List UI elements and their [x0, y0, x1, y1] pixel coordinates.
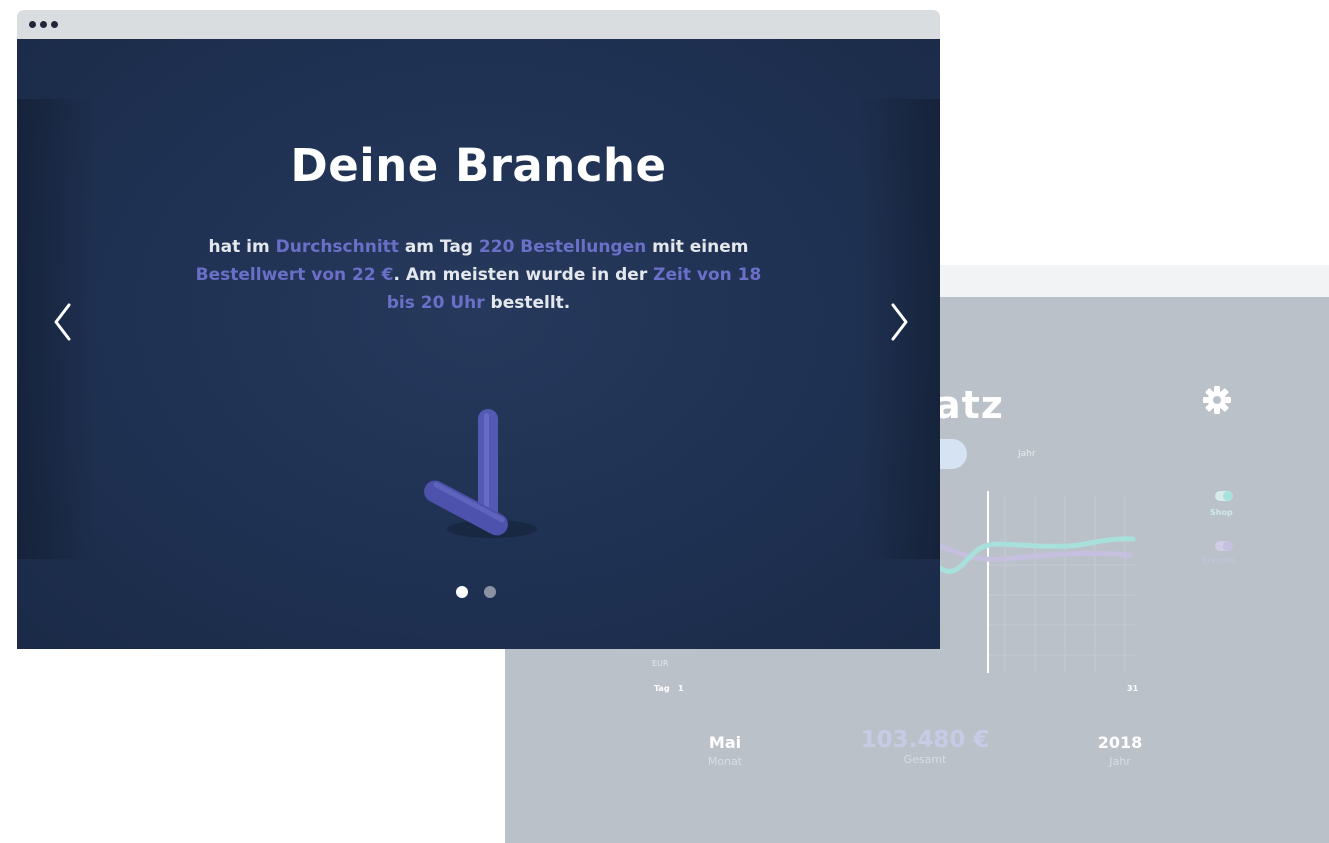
pager-dot-active[interactable] — [456, 586, 468, 598]
x-axis-unit: Tag — [654, 684, 670, 693]
chart-grid — [988, 495, 1135, 673]
slide-text-part: bestellt. — [484, 293, 571, 313]
stat-month: Mai Monat — [680, 733, 770, 768]
window-dot[interactable] — [51, 21, 58, 28]
slide-text-highlight: Bestellwert von 22 € — [195, 265, 394, 285]
window-titlebar — [17, 10, 940, 39]
chevron-right-icon[interactable] — [885, 297, 915, 347]
stat-year-value[interactable]: 2018 — [1075, 733, 1165, 752]
stat-total: 103.480 € Gesamt — [825, 727, 1025, 766]
chart-unit-label: EUR — [652, 659, 669, 668]
slide-text-part: hat im — [208, 237, 276, 257]
slide-text-highlight: Durchschnitt — [275, 237, 399, 257]
window-dot[interactable] — [29, 21, 36, 28]
stat-total-value: 103.480 € — [860, 727, 990, 753]
window-dot[interactable] — [40, 21, 47, 28]
slide-text: hat im Durchschnitt am Tag 220 Bestellun… — [187, 233, 770, 317]
stat-year: 2018 Jahr — [1075, 733, 1165, 768]
slide-text-part: mit einem — [646, 237, 749, 257]
pager-dot[interactable] — [484, 586, 496, 598]
legend-branche-toggle[interactable] — [1215, 541, 1233, 551]
slide-text-part: . Am meisten wurde in der — [393, 265, 654, 285]
legend-shop-label: Shop — [1210, 508, 1233, 517]
slider-window: Deine Branche hat im Durchschnitt am Tag… — [17, 10, 940, 649]
stat-month-value[interactable]: Mai — [680, 733, 770, 752]
x-axis-end-tick: 31 — [1127, 684, 1139, 693]
slide-text-highlight: 220 Bestellungen — [478, 237, 647, 257]
legend-shop-toggle[interactable] — [1215, 491, 1233, 501]
slide-panel: Deine Branche hat im Durchschnitt am Tag… — [17, 39, 940, 649]
slide-heading: Deine Branche — [290, 139, 667, 192]
chevron-left-icon[interactable] — [47, 297, 77, 347]
stat-month-label: Monat — [707, 755, 743, 768]
stat-total-label: Gesamt — [903, 753, 947, 766]
legend-branche-label: Branche — [1202, 556, 1236, 565]
x-axis-start-tick: 1 — [678, 684, 684, 693]
slide-text-part: am Tag — [398, 237, 479, 257]
branch-sculpture-illustration — [424, 409, 537, 538]
stat-year-label: Jahr — [1109, 755, 1131, 768]
